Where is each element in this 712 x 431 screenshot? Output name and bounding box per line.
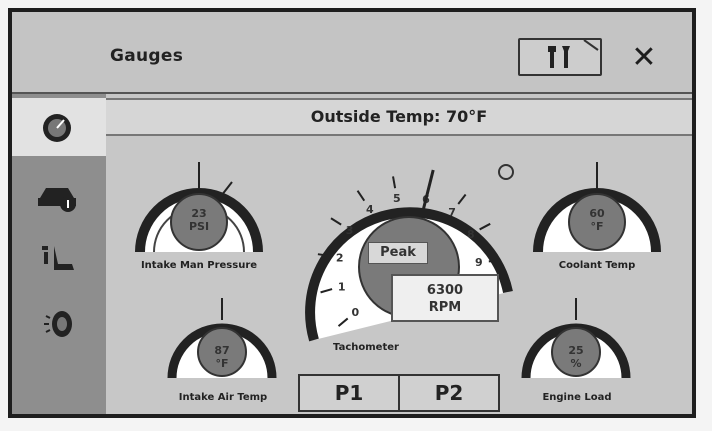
- tach-tick-label: 5: [393, 192, 401, 205]
- header-bar: Gauges ✕: [12, 12, 692, 94]
- intake-air-unit: °F: [215, 357, 229, 370]
- tach-tick: [488, 259, 501, 263]
- coolant-label: Coolant Temp: [558, 260, 636, 271]
- tire-icon: [44, 311, 72, 337]
- close-button[interactable]: ✕: [624, 38, 664, 78]
- preset-selector: P1 P2: [298, 374, 500, 412]
- gauges-panel: Outside Temp: 70°F 23 PSI Intake Man Pre…: [106, 94, 692, 414]
- engine-load-label: Engine Load: [542, 392, 612, 403]
- gauges-screen: Gauges ✕ Outside Temp: 70°F 23 PSI Intak…: [8, 8, 696, 418]
- intake-pressure-label: Intake Man Pressure: [140, 260, 258, 271]
- tach-tick-label: 8: [467, 228, 475, 241]
- gauge-icon: [43, 114, 71, 142]
- intake-air-value: 87: [214, 344, 230, 357]
- preset-p2-button[interactable]: P2: [400, 376, 498, 410]
- vehicle-info-icon: [38, 188, 76, 212]
- tach-tick-label: 3: [346, 224, 354, 237]
- intake-pressure-unit: PSI: [188, 220, 210, 233]
- tach-tick-label: 1: [338, 280, 346, 293]
- sidebar-item-seat[interactable]: [12, 228, 106, 292]
- tach-tick: [330, 217, 342, 226]
- sidebar: [12, 94, 109, 414]
- rpm-value: 6300: [426, 283, 464, 298]
- sidebar-item-tire[interactable]: [12, 292, 106, 356]
- coolant-readout: 60 °F: [577, 207, 617, 233]
- tachometer-label: Tachometer: [333, 342, 399, 353]
- tools-icon: [548, 39, 599, 68]
- tach-tick: [457, 193, 467, 205]
- coolant-value: 60: [589, 207, 605, 220]
- sidebar-item-gauges[interactable]: [12, 98, 109, 156]
- intake-air-label: Intake Air Temp: [178, 392, 268, 403]
- engine-load-value: 25: [568, 344, 584, 357]
- outside-temp-banner: Outside Temp: 70°F: [106, 98, 692, 136]
- intake-air-readout: 87 °F: [202, 344, 242, 370]
- tach-tick: [479, 222, 491, 231]
- peak-button[interactable]: Peak: [368, 242, 428, 264]
- tach-tick-label: 2: [336, 251, 344, 264]
- rpm-readout: 6300 RPM: [391, 274, 499, 322]
- sidebar-item-vehicle-info[interactable]: [12, 164, 106, 228]
- settings-button[interactable]: [518, 38, 602, 76]
- intake-air-gauge: [167, 298, 277, 379]
- preset-p1-button[interactable]: P1: [300, 376, 398, 410]
- tach-tick-label: 7: [448, 206, 456, 219]
- tach-tick: [356, 190, 366, 202]
- engine-load-unit: %: [570, 357, 582, 370]
- tach-tick-label: 0: [352, 306, 360, 319]
- tach-tick: [392, 176, 397, 189]
- coolant-unit: °F: [590, 220, 604, 233]
- engine-load-gauge: [521, 298, 631, 379]
- tach-tick-label: 9: [475, 256, 483, 269]
- intake-pressure-value: 23: [191, 207, 207, 220]
- engine-load-readout: 25 %: [556, 344, 596, 370]
- intake-pressure-readout: 23 PSI: [179, 207, 219, 233]
- page-title: Gauges: [110, 46, 184, 66]
- rpm-unit: RPM: [428, 300, 462, 315]
- tach-tick-label: 4: [366, 203, 374, 216]
- seat-icon: [42, 246, 74, 270]
